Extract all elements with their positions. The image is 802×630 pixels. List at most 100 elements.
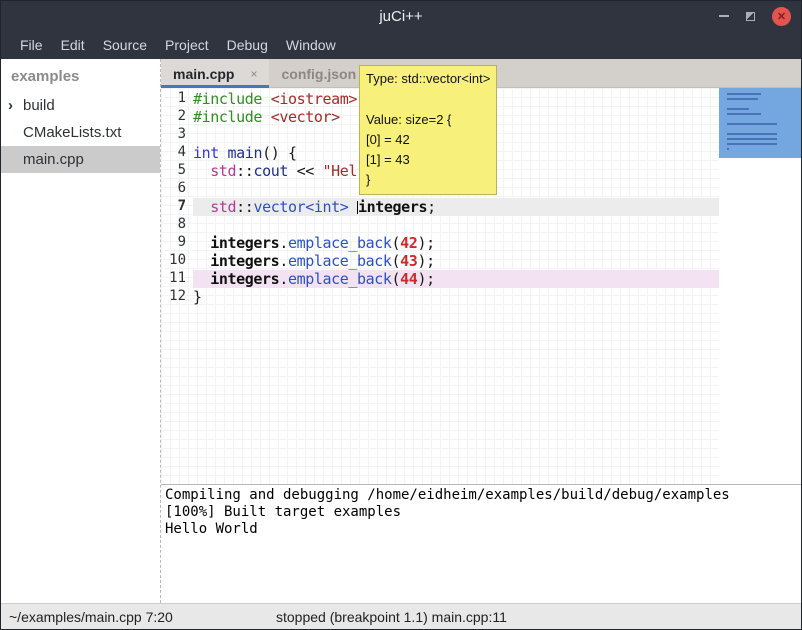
tab-main-cpp[interactable]: main.cpp ×: [161, 59, 269, 88]
code-text[interactable]: [193, 216, 719, 234]
minimap-line: [727, 138, 777, 140]
restore-icon[interactable]: [746, 12, 755, 21]
line-number[interactable]: 7: [161, 198, 193, 216]
menu-item-edit[interactable]: Edit: [52, 37, 94, 53]
line-number[interactable]: 1: [161, 90, 193, 108]
token-pl: ;: [427, 198, 436, 216]
sidebar-item-cmakelists-txt[interactable]: CMakeLists.txt: [1, 119, 160, 146]
minimap-line: [727, 123, 777, 125]
code-text[interactable]: integers.emplace_back(43);: [193, 252, 719, 270]
code-line[interactable]: 10 integers.emplace_back(43);: [161, 252, 719, 270]
token-type: emplace_back: [288, 234, 392, 252]
line-number[interactable]: 2: [161, 108, 193, 126]
token-pl: );: [417, 234, 434, 252]
token-pl: [193, 252, 210, 270]
token-bold: integers: [210, 252, 279, 270]
minimap[interactable]: [719, 88, 801, 484]
token-str: <vector>: [271, 108, 340, 126]
status-file-position: ~/examples/main.cpp 7:20: [1, 609, 173, 625]
token-pl: [193, 162, 210, 180]
tooltip-value-line: Value: size=2 {: [366, 110, 490, 130]
token-kw: int: [193, 144, 219, 162]
token-pl: [348, 198, 357, 216]
line-number[interactable]: 11: [161, 270, 193, 288]
line-number[interactable]: 5: [161, 162, 193, 180]
token-ns: std: [210, 198, 236, 216]
code-line[interactable]: 11 integers.emplace_back(44);: [161, 270, 719, 288]
token-pl: (: [392, 270, 401, 288]
minimap-line: [727, 98, 758, 100]
line-number[interactable]: 4: [161, 144, 193, 162]
code-text[interactable]: }: [193, 288, 719, 306]
token-fn: main: [228, 144, 263, 162]
chevron-right-icon[interactable]: ›: [8, 92, 13, 119]
line-number[interactable]: 10: [161, 252, 193, 270]
app-window: juCi++ ✕ FileEditSourceProjectDebugWindo…: [0, 0, 802, 630]
minimap-line: [727, 143, 777, 145]
token-pl: [193, 270, 210, 288]
minimap-line: [727, 93, 761, 95]
sidebar-item-main-cpp[interactable]: main.cpp: [1, 146, 160, 173]
code-line[interactable]: 12}: [161, 288, 719, 306]
token-pl: [262, 90, 271, 108]
tab-label: main.cpp: [173, 66, 234, 82]
editor-pane: main.cpp×config.json 1#include <iostream…: [161, 59, 801, 603]
tooltip-type-line: Type: std::vector<int>: [366, 69, 490, 88]
code-text[interactable]: std::vector<int> integers;: [193, 198, 719, 216]
token-pl: [193, 198, 210, 216]
sidebar-item-build[interactable]: ›build: [1, 92, 160, 119]
menu-item-project[interactable]: Project: [156, 37, 218, 53]
tooltip-value-line: [1] = 43: [366, 150, 490, 170]
tab-config-json[interactable]: config.json: [269, 59, 368, 88]
token-pl: <<: [288, 162, 323, 180]
line-number[interactable]: 8: [161, 216, 193, 234]
debug-console[interactable]: Compiling and debugging /home/eidheim/ex…: [161, 484, 801, 603]
menu-item-debug[interactable]: Debug: [218, 37, 277, 53]
token-num: 42: [400, 234, 417, 252]
minimap-viewport[interactable]: [719, 88, 801, 158]
close-icon[interactable]: ✕: [772, 7, 791, 26]
menu-bar: FileEditSourceProjectDebugWindow: [1, 31, 801, 59]
token-pl: );: [417, 252, 434, 270]
token-pl: ::: [236, 162, 253, 180]
title-bar[interactable]: juCi++ ✕: [1, 1, 801, 31]
code-text[interactable]: integers.emplace_back(42);: [193, 234, 719, 252]
line-number[interactable]: 3: [161, 126, 193, 144]
token-bold: integers: [210, 270, 279, 288]
minimize-icon[interactable]: [719, 15, 729, 17]
console-output-line: Compiling and debugging /home/eidheim/ex…: [165, 487, 797, 504]
debug-value-tooltip: Type: std::vector<int> Value: size=2 { […: [359, 65, 497, 195]
token-pl: () {: [262, 144, 297, 162]
token-inc: #include: [193, 90, 262, 108]
token-str: "Hel: [323, 162, 358, 180]
token-type: emplace_back: [288, 252, 392, 270]
line-number[interactable]: 12: [161, 288, 193, 306]
token-pl: ::: [236, 198, 253, 216]
token-num: 44: [400, 270, 417, 288]
code-line[interactable]: 7 std::vector<int> integers;: [161, 198, 719, 216]
token-type: vector<int>: [253, 198, 348, 216]
minimap-line: [727, 148, 729, 150]
token-pl: .: [279, 270, 288, 288]
line-number[interactable]: 6: [161, 180, 193, 198]
menu-item-file[interactable]: File: [11, 37, 52, 53]
code-line[interactable]: 8: [161, 216, 719, 234]
code-line[interactable]: 9 integers.emplace_back(42);: [161, 234, 719, 252]
menu-item-window[interactable]: Window: [277, 37, 345, 53]
token-ns: std: [210, 162, 236, 180]
token-inc: #include: [193, 108, 262, 126]
token-fn: cout: [253, 162, 288, 180]
close-tab-icon[interactable]: ×: [250, 67, 257, 81]
token-bold: integers: [210, 234, 279, 252]
token-pl: .: [279, 234, 288, 252]
token-type: emplace_back: [288, 270, 392, 288]
code-text[interactable]: integers.emplace_back(44);: [193, 270, 719, 288]
window-title: juCi++: [379, 8, 422, 25]
menu-item-source[interactable]: Source: [94, 37, 156, 53]
token-pl: (: [392, 234, 401, 252]
token-pl: [262, 108, 271, 126]
token-pl: [219, 144, 228, 162]
line-number[interactable]: 9: [161, 234, 193, 252]
minimap-line: [727, 108, 749, 110]
token-pl: );: [417, 270, 434, 288]
